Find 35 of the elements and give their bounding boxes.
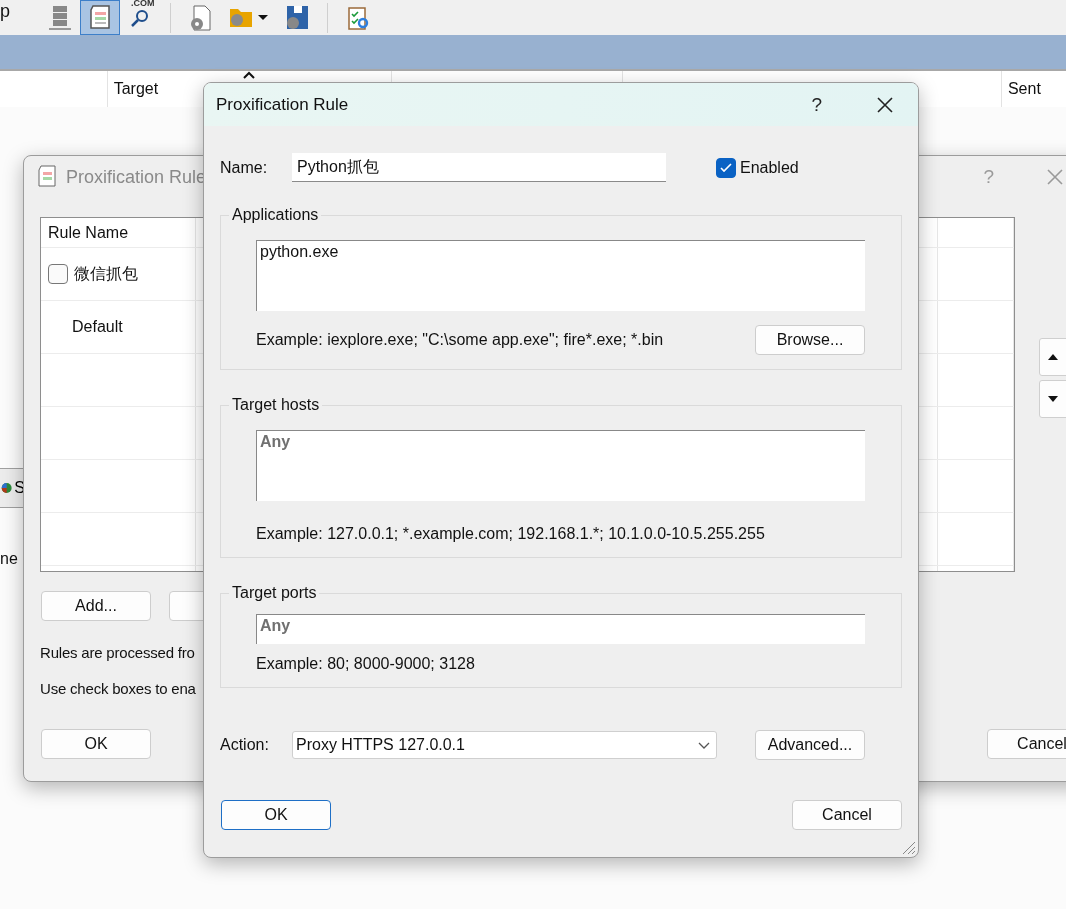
input-field[interactable]: Any [256, 614, 865, 644]
hint-text: Rules are processed fro [39, 644, 196, 661]
advanced-button[interactable]: Advanced... [755, 730, 865, 760]
field-label: Name: [220, 158, 269, 177]
toolbar-button[interactable]: .COM [120, 0, 160, 35]
name-field[interactable]: Python抓包 [292, 153, 666, 182]
rule-name[interactable]: Default [41, 301, 196, 353]
add-button[interactable]: Add... [41, 591, 151, 621]
action-dropdown[interactable]: Proxy HTTPS 127.0.0.1 [292, 731, 717, 759]
field-label: Action: [220, 736, 270, 754]
hint-text: Use check boxes to ena [39, 680, 197, 697]
cancel-button[interactable]: Cancel [792, 800, 902, 830]
browse-button[interactable]: Browse... [755, 325, 865, 355]
input-field[interactable]: python.exe [256, 240, 865, 311]
cancel-button[interactable]: Cancel [987, 729, 1066, 759]
checkbox-label: Enabled [740, 158, 799, 177]
dialog-title: Proxification Rule [216, 94, 350, 115]
input-field[interactable]: Any [256, 430, 865, 501]
ok-button[interactable]: OK [221, 800, 331, 830]
toolbar-caption: .COM [131, 0, 155, 8]
column-header[interactable]: Rule Name [41, 218, 196, 247]
rule-name[interactable]: 微信抓包 [41, 248, 196, 300]
menu-item[interactable]: p [0, 1, 40, 22]
group-title: Target ports [231, 584, 318, 602]
help-button[interactable]: ? [811, 93, 822, 116]
dialog-title: Proxification Rule [66, 166, 207, 188]
enabled-checkbox[interactable]: Enabled [716, 157, 799, 178]
example-text: Example: iexplore.exe; "C:\some app.exe"; fire*.exe; *.bin [256, 331, 664, 349]
group-title: Target hosts [231, 396, 321, 414]
ok-button[interactable]: OK [41, 729, 151, 759]
column-header[interactable]: Sent [1000, 71, 1066, 107]
example-text: Example: 127.0.0.1; *.example.com; 192.168.1.*; 10.1.0.0-10.5.255.255 [256, 525, 765, 543]
group-title: Applications [231, 206, 320, 224]
status-text: ne [0, 550, 18, 568]
example-text: Example: 80; 8000-9000; 3128 [256, 655, 475, 673]
